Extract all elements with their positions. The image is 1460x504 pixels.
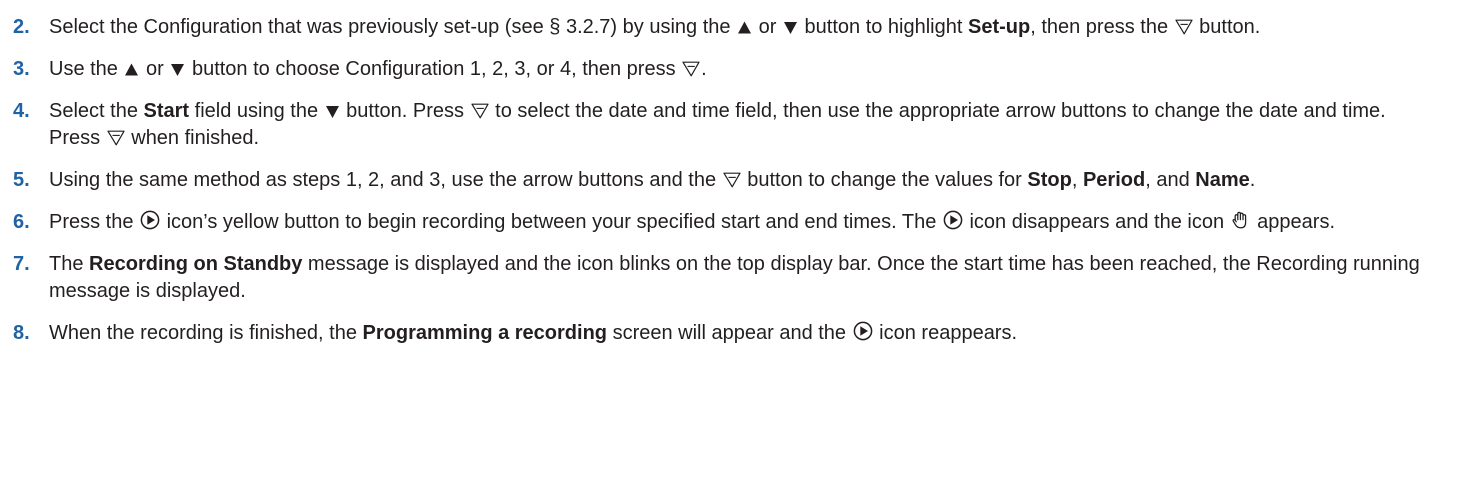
step-item: 4. Select the Start field using the butto…: [0, 98, 1440, 152]
step-item: 5. Using the same method as steps 1, 2, a…: [0, 167, 1440, 194]
step-item: 3. Use the or button to choose Configurat…: [0, 56, 1440, 83]
step-text: , and: [1145, 169, 1196, 191]
step-text: ,: [1071, 169, 1083, 191]
enter-icon: [107, 130, 125, 146]
step-text: button.: [1193, 16, 1261, 38]
step-text: Press the: [49, 211, 140, 233]
down-arrow-icon: [325, 104, 340, 119]
step-item: 2. Select the Configuration that was prev…: [0, 14, 1440, 41]
step-keyword: Period: [1082, 169, 1146, 191]
step-number: 2.: [13, 16, 30, 38]
record-icon: [140, 210, 160, 230]
up-arrow-icon: [737, 20, 752, 35]
enter-icon: [682, 61, 700, 77]
step-text: when finished.: [125, 127, 260, 149]
step-text: field using the: [189, 100, 324, 122]
step-text: icon reappears.: [873, 322, 1018, 344]
step-number: 7.: [13, 253, 30, 275]
step-number: 4.: [13, 100, 30, 122]
step-keyword: Programming a recording: [362, 322, 608, 344]
step-text: icon disappears and the icon: [963, 211, 1230, 233]
manual-page: 2. Select the Configuration that was prev…: [0, 0, 1460, 504]
step-text: button to choose Configuration 1, 2, 3, …: [186, 58, 682, 80]
instruction-steps: 2. Select the Configuration that was prev…: [0, 14, 1440, 347]
step-keyword: Set-up: [967, 16, 1031, 38]
step-text: button. Press: [340, 100, 470, 122]
step-text: .: [701, 58, 707, 80]
record-icon: [943, 210, 963, 230]
enter-icon: [1175, 19, 1193, 35]
step-text: or: [140, 58, 170, 80]
step-text: button to highlight: [798, 16, 968, 38]
step-item: 8. When the recording is finished, the Pr…: [0, 320, 1440, 347]
step-item: 7. The Recording on Standby message is di…: [0, 251, 1440, 305]
step-text: Using the same method as steps 1, 2, and…: [49, 169, 722, 191]
step-text: icon’s yellow button to begin recording …: [161, 211, 942, 233]
step-text: or: [753, 16, 782, 38]
up-arrow-icon: [124, 62, 139, 77]
step-text: appears.: [1251, 211, 1336, 233]
step-text: screen will appear and the: [607, 322, 852, 344]
step-number: 3.: [13, 58, 30, 80]
step-text: Select the: [49, 100, 144, 122]
record-icon: [853, 321, 873, 341]
step-keyword: Name: [1195, 169, 1250, 191]
down-arrow-icon: [170, 62, 185, 77]
step-text: The: [49, 253, 90, 275]
down-arrow-icon: [783, 20, 798, 35]
step-number: 8.: [13, 322, 30, 344]
step-text: Select the Configuration that was previo…: [49, 16, 737, 38]
step-text: .: [1249, 169, 1256, 191]
step-item: 6. Press the icon’s yellow button to begi…: [0, 209, 1440, 236]
step-keyword: Stop: [1027, 169, 1072, 191]
step-text: , then press the: [1030, 16, 1174, 38]
step-number: 5.: [13, 169, 30, 191]
step-keyword: Start: [143, 100, 190, 122]
step-text: button to change the values for: [741, 169, 1028, 191]
step-text: When the recording is finished, the: [49, 322, 363, 344]
step-number: 6.: [13, 211, 30, 233]
enter-icon: [470, 103, 489, 119]
step-text: Use the: [49, 58, 124, 80]
enter-icon: [723, 172, 741, 188]
hand-icon: [1231, 210, 1251, 230]
step-keyword: Recording on Standby: [89, 253, 303, 275]
